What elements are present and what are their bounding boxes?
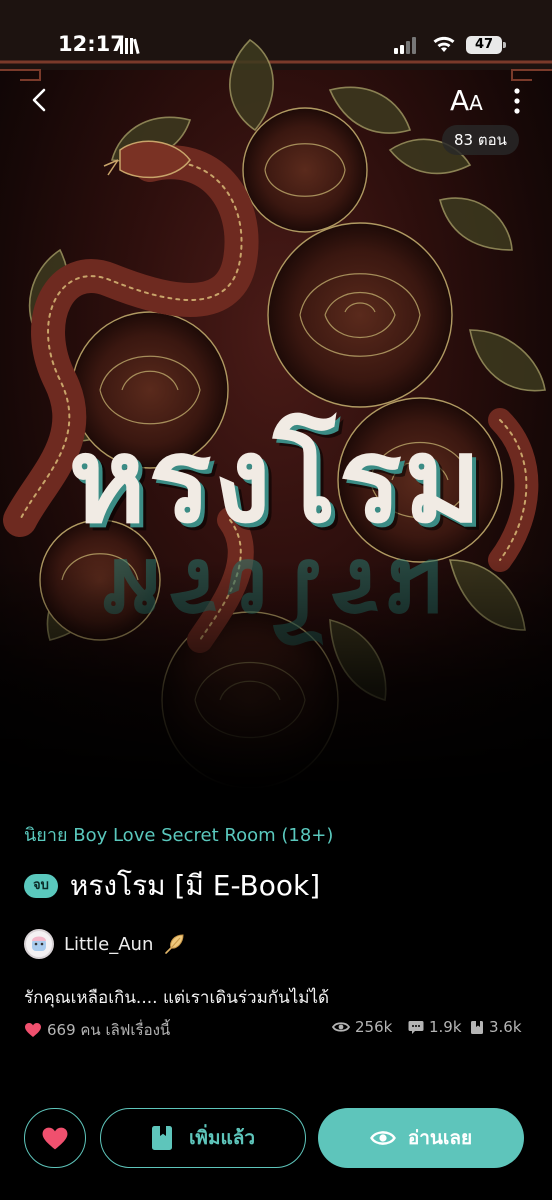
bookmark-count: 3.6k — [470, 1018, 522, 1036]
comment-icon — [408, 1020, 424, 1034]
more-options-button[interactable] — [508, 86, 526, 116]
chevron-left-icon — [32, 88, 46, 112]
synopsis-text: รักคุณเหลือเกิน.... แต่เราเดินร่วมกันไม่… — [24, 988, 330, 1008]
heart-icon — [25, 1023, 41, 1037]
feather-icon — [165, 934, 184, 954]
view-count: 256k — [332, 1018, 392, 1036]
comment-count: 1.9k — [408, 1018, 462, 1036]
bookmark-book-icon — [151, 1126, 172, 1150]
eye-icon — [332, 1022, 350, 1032]
love-count-text: 669 คน เลิฟเรื่องนี้ — [47, 1021, 171, 1039]
eye-icon — [369, 1131, 396, 1145]
author-avatar[interactable] — [24, 929, 54, 959]
battery-icon: 47 — [466, 36, 506, 54]
heart-icon — [42, 1127, 68, 1149]
stats-row: 669 คน เลิฟเรื่องนี้ 256k 1.9k 3.6k — [24, 1018, 528, 1042]
added-to-library-button[interactable]: เพิ่มแล้ว — [100, 1108, 306, 1168]
font-size-button[interactable]: AA — [450, 84, 483, 118]
category-link[interactable]: นิยาย Boy Love Secret Room (18+) — [24, 820, 333, 849]
favorite-button[interactable] — [24, 1108, 86, 1168]
author-name[interactable]: Little_Aun — [64, 934, 153, 955]
episode-count-badge: 83 ตอน — [442, 125, 519, 155]
book-cover: หรงโรม หรงโรม — [0, 0, 552, 790]
library-icon — [120, 38, 140, 55]
book-title: หรงโรม [มี E-Book] — [69, 869, 321, 902]
read-now-button[interactable]: อ่านเลย — [318, 1108, 524, 1168]
signal-icon — [394, 37, 416, 54]
status-time: 12:17 — [58, 32, 125, 56]
novel-detail-screen: หรงโรม หรงโรม 12:17 47 AA — [0, 0, 552, 1200]
back-button[interactable] — [24, 84, 56, 116]
cover-gradient-overlay — [0, 560, 552, 790]
status-bar: 12:17 47 — [0, 28, 552, 64]
love-count: 669 คน เลิฟเรื่องนี้ — [24, 1018, 170, 1042]
added-label: เพิ่มแล้ว — [188, 1127, 256, 1149]
more-vertical-icon — [514, 88, 520, 114]
book-icon — [471, 1020, 483, 1034]
completed-badge: จบ — [24, 874, 58, 898]
cover-title: หรงโรม — [68, 410, 484, 549]
title-row: จบ หรงโรม [มี E-Book] — [24, 866, 320, 906]
wifi-icon — [433, 36, 455, 52]
author-row[interactable]: Little_Aun — [24, 928, 185, 960]
read-now-label: อ่านเลย — [407, 1127, 473, 1149]
